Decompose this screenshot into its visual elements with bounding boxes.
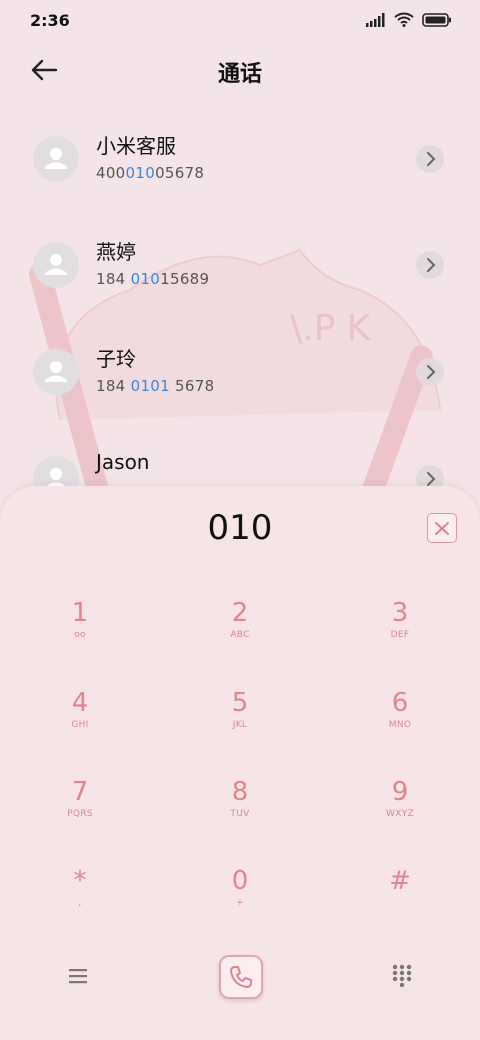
dialer-panel: 010 1 ᴏᴏ 2 ABC 3 DEF 4 GHI 5 JKL 6 MNO 7… [0, 486, 480, 1040]
avatar [33, 242, 79, 288]
contact-detail-button[interactable] [416, 145, 444, 173]
key-star[interactable]: * , [20, 866, 140, 936]
status-time: 2:36 [30, 11, 70, 30]
contact-name: 燕婷 [96, 240, 136, 264]
avatar [33, 136, 79, 182]
contact-row[interactable]: 小米客服 40001005678 [0, 134, 480, 216]
person-icon [45, 148, 67, 169]
menu-button[interactable] [66, 964, 90, 988]
key-4[interactable]: 4 GHI [20, 688, 140, 758]
key-6[interactable]: 6 MNO [340, 688, 460, 758]
key-5[interactable]: 5 JKL [180, 688, 300, 758]
contact-detail-button[interactable] [416, 358, 444, 386]
phone-icon [230, 966, 252, 988]
contact-number: 184 01015689 [96, 270, 210, 288]
contact-name: Jason [96, 450, 150, 474]
contact-number: 184 0101 5678 [96, 377, 215, 395]
person-icon [45, 254, 67, 275]
call-button[interactable] [219, 955, 263, 999]
wifi-icon [394, 12, 414, 27]
person-icon [45, 361, 67, 382]
key-8[interactable]: 8 TUV [180, 777, 300, 847]
chevron-right-icon [427, 152, 436, 166]
contact-name: 小米客服 [96, 134, 176, 158]
header: 通话 [0, 48, 480, 92]
key-2[interactable]: 2 ABC [180, 598, 300, 668]
key-hash[interactable]: # [340, 866, 460, 936]
status-bar: 2:36 [0, 0, 480, 40]
key-1[interactable]: 1 ᴏᴏ [20, 598, 140, 668]
delete-icon [434, 521, 450, 536]
contact-row[interactable]: 燕婷 184 01015689 [0, 240, 480, 322]
key-7[interactable]: 7 PQRS [20, 777, 140, 847]
contact-detail-button[interactable] [416, 251, 444, 279]
signal-icon [366, 12, 385, 27]
avatar [33, 349, 79, 395]
key-3[interactable]: 3 DEF [340, 598, 460, 668]
key-0[interactable]: 0 + [180, 866, 300, 936]
battery-icon [422, 12, 451, 27]
contact-name: 子玲 [96, 347, 136, 371]
delete-button[interactable] [427, 513, 457, 543]
chevron-right-icon [427, 258, 436, 272]
key-9[interactable]: 9 WXYZ [340, 777, 460, 847]
dialpad-icon [392, 964, 412, 988]
page-title: 通话 [217, 62, 262, 87]
status-icons [366, 12, 452, 27]
contact-row[interactable]: 子玲 184 0101 5678 [0, 347, 480, 429]
chevron-right-icon [427, 365, 436, 379]
contact-number: 40001005678 [96, 164, 205, 182]
voicemail-icon: ᴏᴏ [74, 630, 86, 640]
dialed-number: 010 [207, 508, 273, 548]
menu-icon [69, 969, 87, 984]
keypad-toggle-button[interactable] [390, 963, 414, 988]
